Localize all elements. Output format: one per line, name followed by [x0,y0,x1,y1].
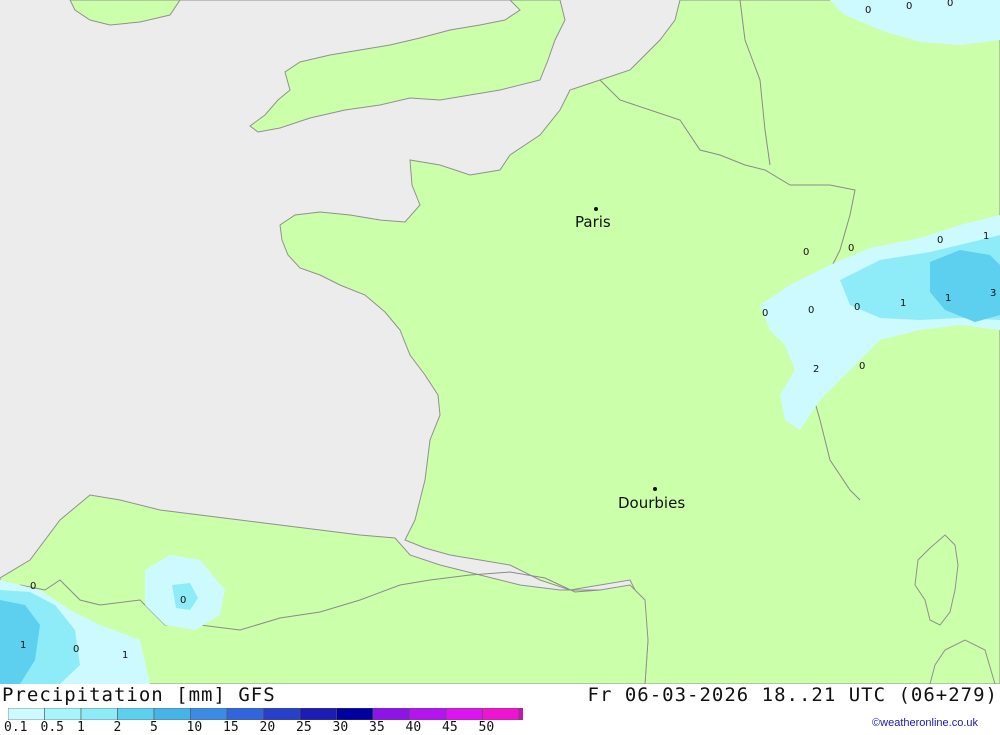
scale-swatch [336,708,374,720]
scale-swatch [445,708,483,720]
scale-swatch [409,708,447,720]
map-title: Precipitation [mm] GFS [2,684,276,706]
value-label: 0 [865,5,871,16]
value-label: 1 [20,640,26,651]
scale-swatch [482,708,520,720]
value-label: 0 [859,361,865,372]
scale-swatch [299,708,337,720]
value-label: 0 [906,1,912,12]
color-scale [8,708,523,720]
city-dot [653,487,657,491]
value-label: 0 [180,595,186,606]
scale-swatch [117,708,155,720]
value-label: 0 [848,243,854,254]
value-label: 0 [854,302,860,313]
scale-swatch [153,708,191,720]
value-label: 2 [813,364,819,375]
value-label: 0 [30,581,36,592]
value-label: 1 [983,231,989,242]
value-label: 0 [803,247,809,258]
scale-swatch [263,708,301,720]
legend-footer: Precipitation [mm] GFS Fr 06-03-2026 18.… [0,684,1000,735]
value-label: 0 [947,0,953,9]
precipitation-map: Paris Dourbies 0 0 0 0 0 0 1 0 0 0 1 1 3… [0,0,1000,684]
scale-swatch [8,708,45,720]
value-label: 0 [762,308,768,319]
scale-swatch [518,708,523,720]
city-dot [594,207,598,211]
scale-swatch [80,708,118,720]
scale-swatch [190,708,228,720]
value-label: 1 [900,298,906,309]
value-label: 0 [73,644,79,655]
scale-ticks: 0.1 0.5 1 2 5 10 15 20 25 30 35 40 45 50 [0,720,520,735]
scale-swatch [226,708,264,720]
city-label: Dourbies [618,494,685,512]
value-label: 0 [937,235,943,246]
value-label: 1 [945,293,951,304]
value-label: 1 [122,650,128,661]
credit-text: ©weatheronline.co.uk [872,717,978,729]
scale-swatch [372,708,410,720]
value-label: 3 [990,288,996,299]
forecast-datetime: Fr 06-03-2026 18..21 UTC (06+279) [587,684,998,706]
city-label: Paris [575,213,611,231]
scale-swatch [44,708,82,720]
value-label: 0 [808,305,814,316]
